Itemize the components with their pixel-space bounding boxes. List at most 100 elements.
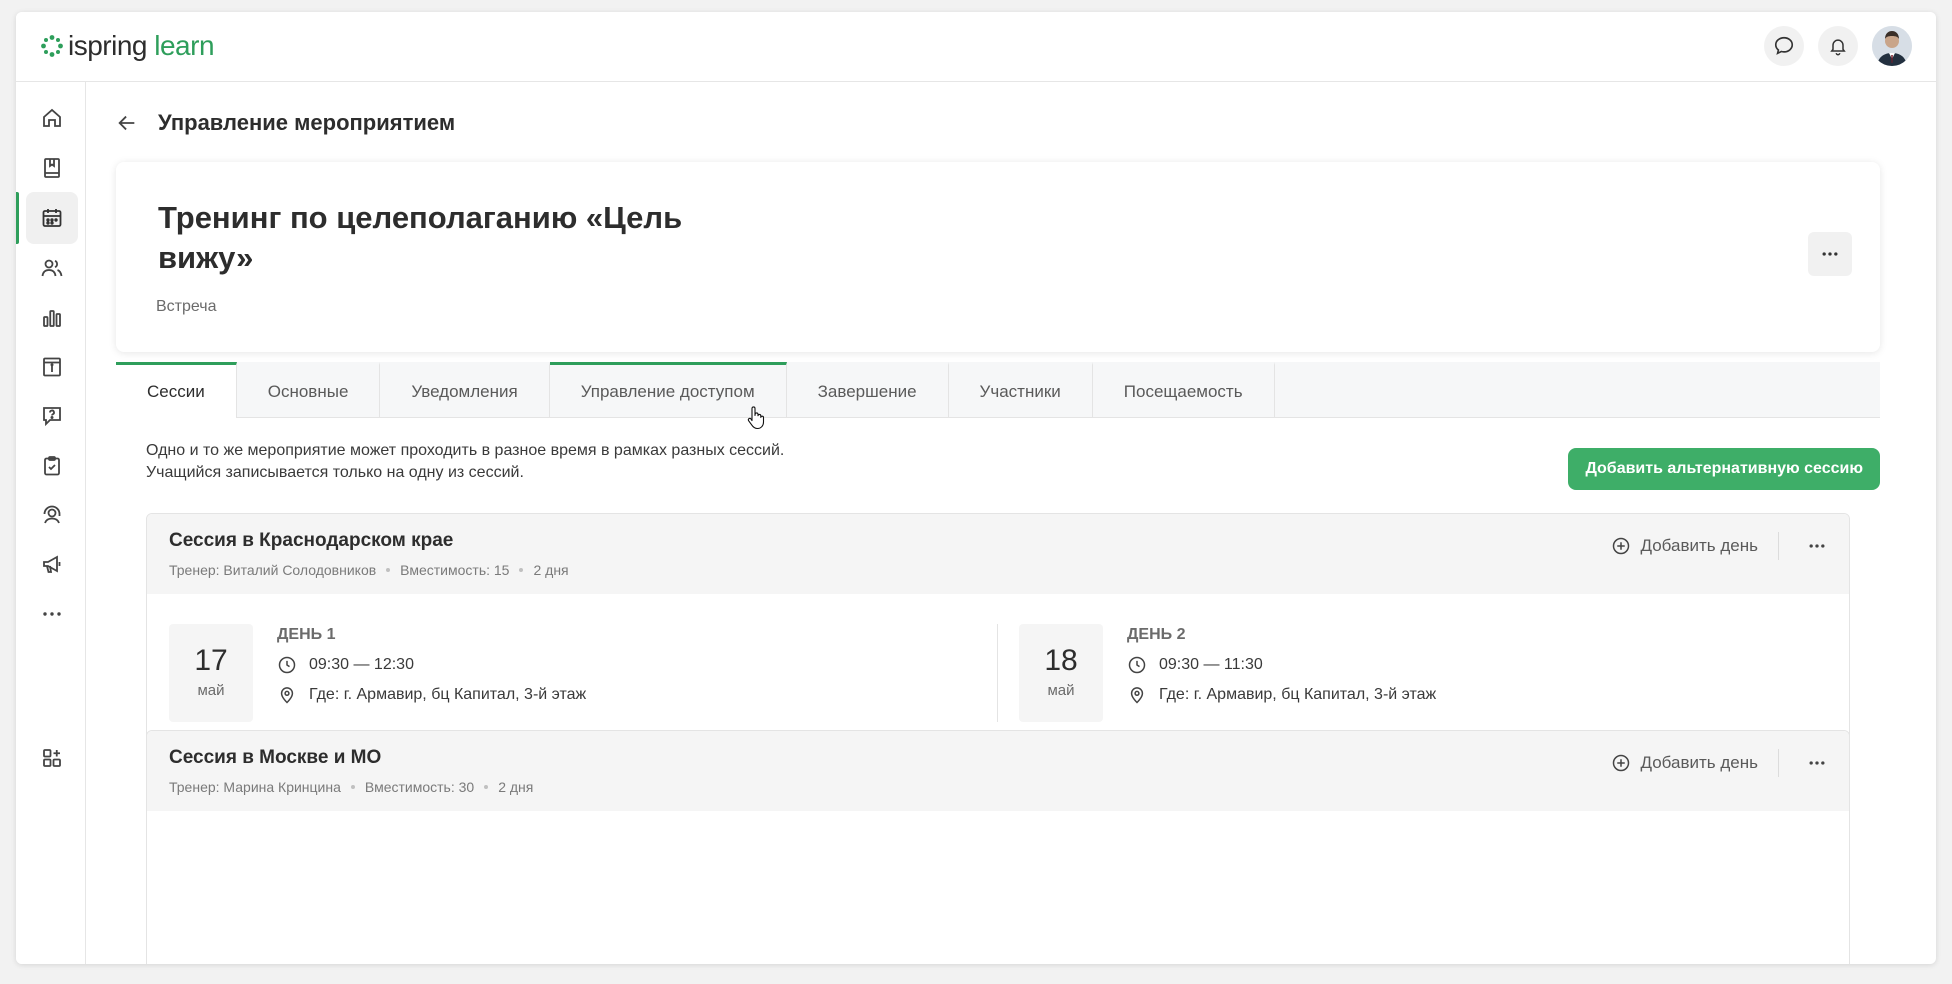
date-number: 18 <box>1044 644 1078 677</box>
chat-icon <box>1774 36 1794 55</box>
add-alternative-session-button[interactable]: Добавить альтернативную сессию <box>1568 448 1880 490</box>
day-time-row: 09:30 — 12:30 <box>277 654 877 676</box>
chart-icon <box>43 310 61 327</box>
home-icon <box>43 108 61 127</box>
more-icon <box>1809 761 1825 765</box>
separator-dot <box>519 568 524 572</box>
apps-add-icon <box>43 749 61 767</box>
session-capacity: Вместимость: 15 <box>400 562 510 578</box>
date-number: 17 <box>194 644 228 677</box>
event-title: Тренинг по целеполаганию «Цель вижу» <box>158 200 683 275</box>
more-icon <box>1822 252 1838 256</box>
clock-icon <box>278 656 296 674</box>
nav-events[interactable] <box>26 192 78 244</box>
megaphone-icon <box>43 555 61 573</box>
nav-questions[interactable] <box>26 390 78 442</box>
avatar-icon <box>1872 26 1912 66</box>
date-box: 18 май <box>1019 624 1103 722</box>
chat-button[interactable] <box>1764 26 1804 66</box>
tab-sessions[interactable]: Сессии <box>116 362 237 418</box>
book-icon <box>44 158 60 178</box>
separator-dot <box>484 785 489 789</box>
day-time-row: 09:30 — 11:30 <box>1127 654 1727 676</box>
location-pin-icon <box>280 687 294 704</box>
nav-announcements[interactable] <box>26 538 78 590</box>
event-type: Встреча <box>156 298 217 315</box>
question-icon <box>43 407 61 427</box>
nav-tasks[interactable] <box>26 440 78 492</box>
app-window: ispring learn Управление мероприятием Тр… <box>16 12 1936 964</box>
tab-attendance[interactable]: Посещаемость <box>1093 362 1275 418</box>
notifications-button[interactable] <box>1818 26 1858 66</box>
users-icon <box>41 259 63 277</box>
session-header: Сессия в Москве и МО Тренер: Марина Крин… <box>147 731 1849 811</box>
sessions-info-line-1: Одно и то же мероприятие может проходить… <box>146 442 785 459</box>
page-title: Управление мероприятием <box>158 110 456 135</box>
sidebar <box>16 82 86 964</box>
more-icon <box>1809 544 1825 548</box>
nav-users[interactable] <box>26 242 78 294</box>
separator-dot <box>350 785 355 789</box>
session-meta: Тренер: Марина Кринцина Вместимость: 30 … <box>169 779 533 795</box>
day-place: Где: г. Армавир, бц Капитал, 3-й этаж <box>309 686 587 703</box>
top-actions <box>1764 26 1912 66</box>
session-more-button[interactable] <box>1779 749 1827 777</box>
session-header: Сессия в Краснодарском крае Тренер: Вита… <box>147 514 1849 594</box>
day-info: ДЕНЬ 1 09:30 — 12:30 Где: г. Армавир, бц… <box>277 624 877 706</box>
nav-learning[interactable] <box>26 142 78 194</box>
event-more-button[interactable] <box>1808 232 1852 276</box>
day-time: 09:30 — 11:30 <box>1159 656 1263 673</box>
day-label: ДЕНЬ 1 <box>277 626 336 643</box>
logo-text: ispring learn <box>68 30 215 61</box>
day-time: 09:30 — 12:30 <box>309 656 414 673</box>
clock-icon <box>1128 656 1146 674</box>
session-trainer: Тренер: Виталий Солодовников <box>169 562 377 578</box>
event-card: Тренинг по целеполаганию «Цель вижу» Вст… <box>116 162 1880 352</box>
session-more-button[interactable] <box>1779 532 1827 560</box>
more-icon <box>43 612 61 616</box>
plus-circle-icon <box>1612 537 1629 555</box>
add-day-button[interactable]: Добавить день <box>1611 749 1779 777</box>
day-place: Где: г. Армавир, бц Капитал, 3-й этаж <box>1159 686 1437 703</box>
session-meta: Тренер: Виталий Солодовников Вместимость… <box>169 562 569 578</box>
tab-completion[interactable]: Завершение <box>787 362 949 418</box>
nav-apps[interactable] <box>26 732 78 784</box>
date-month: май <box>1047 682 1075 699</box>
day-label: ДЕНЬ 2 <box>1127 626 1186 643</box>
nav-home[interactable] <box>26 92 78 144</box>
session-name: Сессия в Москве и МО <box>169 747 382 768</box>
nav-support[interactable] <box>26 489 78 541</box>
session-duration: 2 дня <box>533 562 569 578</box>
add-day-label: Добавить день <box>1640 536 1758 555</box>
logo[interactable]: ispring learn <box>40 28 215 64</box>
top-bar: ispring learn <box>16 12 1936 82</box>
ispring-logo-icon <box>41 35 63 57</box>
tab-participants[interactable]: Участники <box>949 362 1093 418</box>
back-arrow-icon[interactable] <box>116 112 138 134</box>
session-actions: Добавить день <box>1611 532 1827 560</box>
session-capacity: Вместимость: 30 <box>364 779 475 795</box>
hand-cursor-icon <box>747 406 765 430</box>
add-day-button[interactable]: Добавить день <box>1611 532 1779 560</box>
support-icon <box>43 505 61 524</box>
nav-info[interactable] <box>26 341 78 393</box>
separator-dot <box>386 568 391 572</box>
tab-general[interactable]: Основные <box>237 362 381 418</box>
nav-more[interactable] <box>26 588 78 640</box>
add-day-label: Добавить день <box>1640 753 1758 772</box>
clipboard-check-icon <box>44 456 60 476</box>
sessions-info-line-2: Учащийся записывается только на одну из … <box>146 464 524 481</box>
session-name: Сессия в Краснодарском крае <box>169 530 454 551</box>
plus-circle-icon <box>1612 754 1629 772</box>
info-panel-icon <box>43 357 61 377</box>
main-content: Управление мероприятием Тренинг по целеп… <box>86 82 1936 964</box>
nav-reports[interactable] <box>26 292 78 344</box>
location-pin-icon <box>1130 687 1144 704</box>
session-actions: Добавить день <box>1611 749 1827 777</box>
day-info: ДЕНЬ 2 09:30 — 11:30 Где: г. Армавир, бц… <box>1127 624 1727 706</box>
nav-active-indicator <box>16 192 19 244</box>
user-avatar[interactable] <box>1872 26 1912 66</box>
tab-notifications[interactable]: Уведомления <box>380 362 550 418</box>
page-header: Управление мероприятием <box>116 110 455 136</box>
bell-icon <box>1830 39 1846 56</box>
